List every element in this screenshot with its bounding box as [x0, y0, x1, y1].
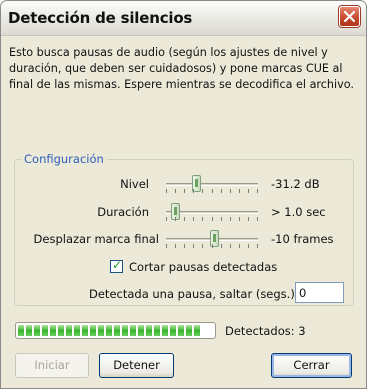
duration-label: Duración — [97, 205, 149, 219]
slider-tick — [230, 217, 231, 221]
slider-tick — [239, 244, 240, 248]
skip-seconds-input[interactable]: 0 — [295, 282, 344, 303]
progress-segment — [170, 325, 176, 336]
close-window-button[interactable] — [339, 6, 360, 27]
cut-pauses-checkbox[interactable]: ✓ — [110, 258, 123, 273]
slider-tick — [239, 189, 240, 193]
progress-segment — [146, 325, 152, 336]
progress-segment — [194, 325, 200, 336]
close-icon — [344, 11, 355, 22]
progress-segment — [178, 325, 184, 336]
slider-tick — [175, 189, 176, 193]
slider-tick — [248, 189, 249, 193]
slider-tick — [248, 244, 249, 248]
slider-tick — [230, 189, 231, 193]
slider-tick — [175, 217, 176, 221]
slider-tick — [248, 217, 249, 221]
slider-tick — [166, 244, 167, 248]
duration-slider[interactable] — [166, 203, 258, 221]
slider-tick — [166, 189, 167, 193]
slider-tick — [212, 217, 213, 221]
slider-tick — [193, 217, 194, 221]
progress-segment — [186, 325, 192, 336]
checkmark-icon: ✓ — [112, 258, 123, 272]
progress-segment — [154, 325, 160, 336]
progress-segment — [50, 325, 56, 336]
slider-tick — [184, 244, 185, 248]
slider-tick — [221, 217, 222, 221]
offset-label: Desplazar marca final — [33, 232, 159, 246]
skip-label: Detectada una pausa, saltar (segs.) — [89, 287, 295, 301]
offset-value: -10 frames — [271, 232, 334, 246]
slider-tick — [212, 189, 213, 193]
progress-segment — [98, 325, 104, 336]
progress-segment — [114, 325, 120, 336]
slider-tick — [221, 189, 222, 193]
cut-pauses-label[interactable]: Cortar pausas detectadas — [129, 260, 277, 274]
slider-tick — [184, 189, 185, 193]
level-label: Nivel — [120, 177, 149, 191]
level-value: -31.2 dB — [271, 177, 320, 191]
slider-tick — [257, 244, 258, 248]
progress-segment — [58, 325, 64, 336]
slider-tick — [239, 217, 240, 221]
description-text: Esto busca pausas de audio (según los aj… — [9, 46, 354, 91]
progress-segment — [66, 325, 72, 336]
slider-tick — [193, 244, 194, 248]
slider-tick — [193, 189, 194, 193]
progress-fill — [18, 325, 213, 336]
duration-value: > 1.0 sec — [271, 205, 326, 219]
slider-tick — [212, 244, 213, 248]
progress-segment — [130, 325, 136, 336]
progress-segment — [122, 325, 128, 336]
detected-count: Detectados: 3 — [225, 324, 306, 338]
progress-segment — [18, 325, 24, 336]
level-slider[interactable] — [166, 175, 258, 193]
progress-segment — [26, 325, 32, 336]
slider-tick — [166, 217, 167, 221]
config-legend: Configuración — [21, 152, 107, 166]
slider-tick — [221, 244, 222, 248]
slider-tick — [202, 217, 203, 221]
progress-segment — [34, 325, 40, 336]
progress-segment — [90, 325, 96, 336]
window-title: Detección de silencios — [8, 9, 193, 27]
slider-tick — [202, 189, 203, 193]
progress-segment — [106, 325, 112, 336]
slider-tick — [257, 189, 258, 193]
progress-segment — [42, 325, 48, 336]
progress-bar — [15, 322, 216, 339]
slider-tick — [175, 244, 176, 248]
offset-slider[interactable] — [166, 230, 258, 248]
dialog-window: Detección de silencios Esto busca pausas… — [0, 0, 367, 389]
slider-tick — [257, 217, 258, 221]
progress-segment — [82, 325, 88, 336]
stop-button[interactable]: Detener — [99, 353, 174, 378]
slider-tick — [202, 244, 203, 248]
slider-tick — [184, 217, 185, 221]
start-button[interactable]: Iniciar — [15, 353, 89, 378]
progress-segment — [162, 325, 168, 336]
progress-segment — [138, 325, 144, 336]
slider-track — [166, 183, 258, 186]
progress-segment — [74, 325, 80, 336]
close-button[interactable]: Cerrar — [271, 353, 352, 378]
slider-tick — [230, 244, 231, 248]
title-bar[interactable]: Detección de silencios — [1, 1, 366, 36]
